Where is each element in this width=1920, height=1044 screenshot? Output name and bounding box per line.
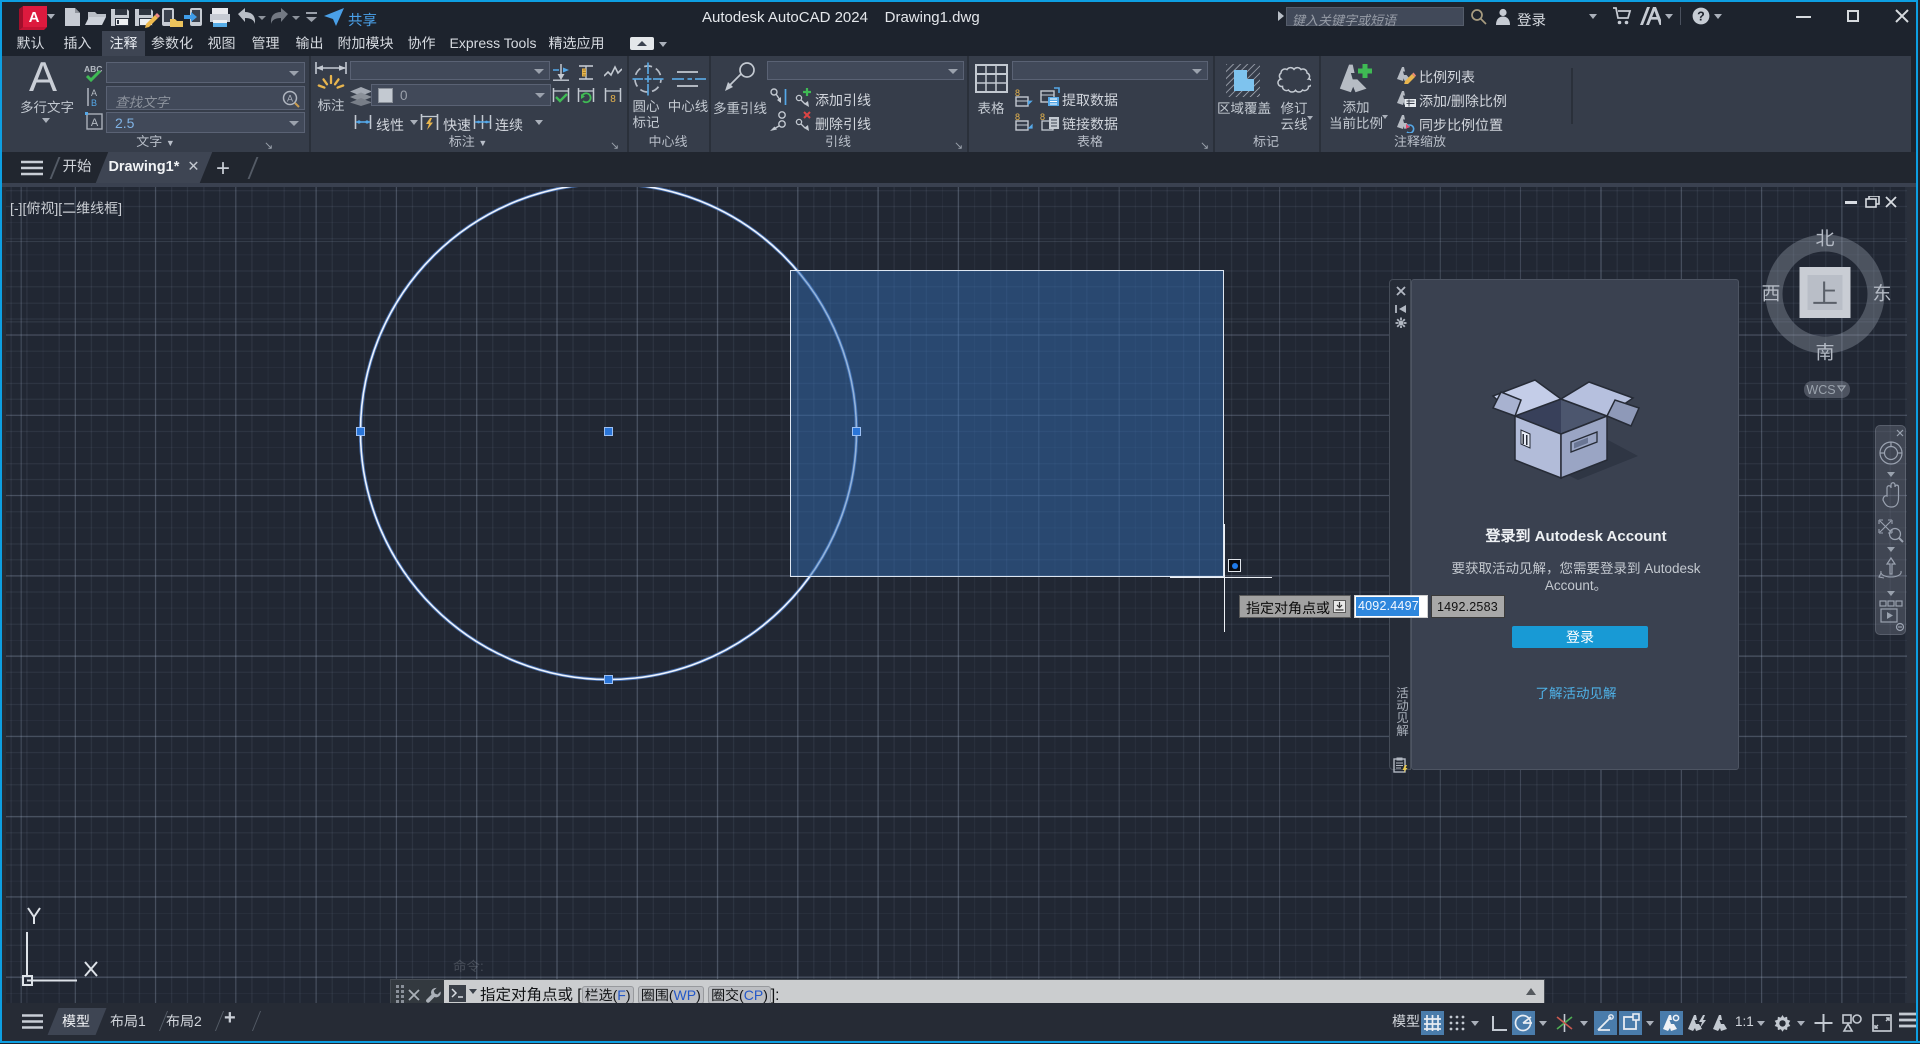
svg-text:8: 8 [610,94,616,105]
svg-text:WCS: WCS [1806,383,1835,397]
svg-text:A: A [287,94,293,104]
svg-text:西: 西 [1761,284,1780,305]
svg-text:南: 南 [1815,343,1834,364]
svg-text:B: B [91,98,97,107]
svg-text:A: A [29,9,40,26]
svg-text:上: 上 [1812,279,1838,309]
svg-text:A: A [91,117,99,129]
svg-text:东: 东 [1872,283,1891,305]
svg-text:?: ? [1697,9,1705,23]
svg-text:A: A [91,88,97,98]
svg-text:北: 北 [1815,229,1834,250]
